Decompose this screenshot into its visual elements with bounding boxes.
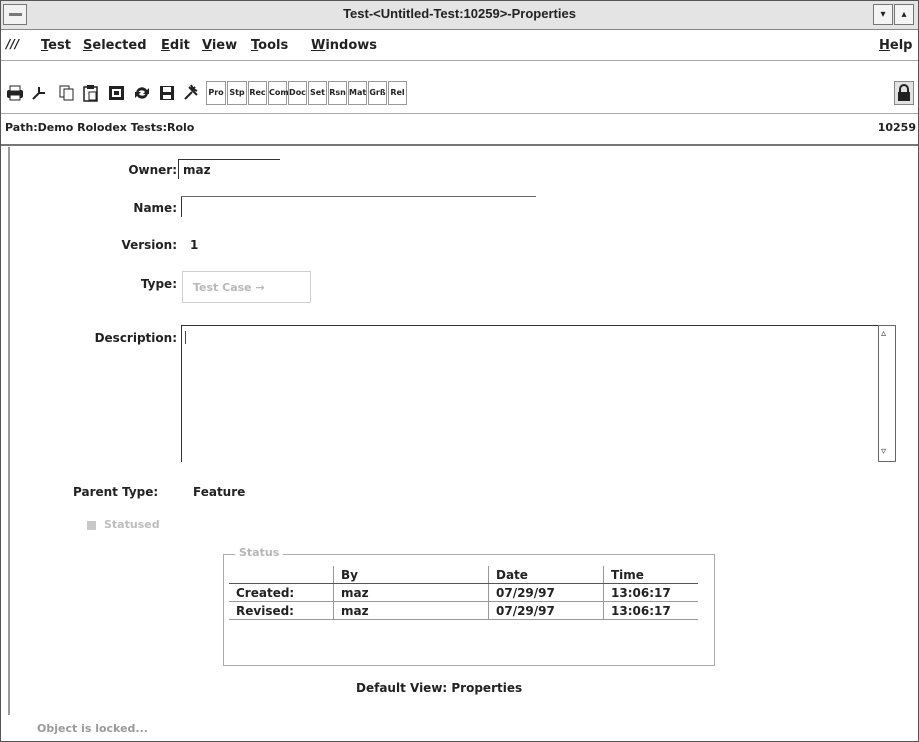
object-id: 10259 [877, 121, 916, 134]
pro-button[interactable]: Pro [206, 81, 226, 105]
title-bar: Test-<Untitled-Test:10259>-Properties ▾ … [1, 1, 918, 30]
rsn-button[interactable]: Rsn [328, 81, 347, 105]
path-bar: Path:Demo Rolodex Tests:Rolo 10259 [1, 114, 918, 146]
path-text: Path:Demo Rolodex Tests:Rolo [5, 121, 195, 134]
properties-window: Test-<Untitled-Test:10259>-Properties ▾ … [0, 0, 919, 742]
window-title: Test-<Untitled-Test:10259>-Properties [343, 6, 576, 21]
table-row: Revised: maz 07/29/97 13:06:17 [229, 601, 698, 620]
menu-tools[interactable]: Tools [251, 38, 288, 53]
copy-icon[interactable] [57, 81, 77, 105]
app-logo-icon: /// [6, 37, 20, 51]
set-button[interactable]: Set [308, 81, 327, 105]
text-caret [185, 331, 186, 344]
parent-type-label: Parent Type: [73, 485, 159, 499]
statused-label: Statused [104, 518, 160, 531]
table-cell: Revised: [229, 601, 334, 620]
statused-checkbox[interactable]: Statused [87, 518, 160, 531]
table-cell: 07/29/97 [488, 583, 604, 602]
mat-button[interactable]: Mat [348, 81, 367, 105]
table-header: By [333, 566, 489, 584]
menu-windows[interactable]: Windows [311, 38, 377, 53]
maximize-button[interactable]: ▴ [894, 4, 914, 25]
status-table: By Date Time Created: maz 07/29/97 13:06… [229, 566, 698, 620]
table-header-row: By Date Time [229, 566, 698, 584]
type-label: Type: [140, 277, 177, 291]
version-value: 1 [190, 238, 199, 252]
scroll-down-icon[interactable]: ▿ [881, 446, 886, 457]
table-row: Created: maz 07/29/97 13:06:17 [229, 583, 698, 602]
stp-button[interactable]: Stp [227, 81, 247, 105]
table-cell: maz [333, 583, 489, 602]
menu-help[interactable]: Help [879, 38, 912, 53]
checkbox-icon [87, 520, 96, 530]
lock-icon[interactable] [894, 81, 914, 105]
grs-button[interactable]: Grß [368, 81, 387, 105]
description-textarea[interactable] [181, 325, 881, 462]
table-cell: 13:06:17 [603, 583, 698, 602]
paste-icon[interactable] [81, 81, 101, 105]
owner-label: Owner: [128, 163, 177, 177]
rel-button[interactable]: Rel [388, 81, 407, 105]
type-selector[interactable]: Test Case → [182, 271, 311, 303]
tool-icon[interactable] [181, 81, 201, 105]
content-border [8, 147, 10, 715]
table-cell: 07/29/97 [488, 601, 604, 620]
menu-test[interactable]: Test [41, 38, 71, 53]
print-icon[interactable] [5, 81, 25, 105]
status-group-title: Status [235, 546, 284, 559]
com-button[interactable]: Com [268, 81, 289, 105]
menu-selected[interactable]: Selected [83, 38, 147, 53]
rec-button[interactable]: Rec [248, 81, 267, 105]
table-cell: maz [333, 601, 489, 620]
description-label: Description: [94, 331, 177, 345]
default-view-label: Default View: Properties [356, 681, 523, 695]
refresh-icon[interactable] [132, 81, 152, 105]
scroll-up-icon[interactable]: ▵ [881, 328, 886, 339]
name-label: Name: [133, 201, 177, 215]
description-scrollbar[interactable]: ▵ ▿ [878, 325, 896, 462]
menu-view[interactable]: View [202, 38, 237, 53]
status-line: Object is locked... [37, 722, 148, 735]
table-header: Time [603, 566, 698, 584]
table-header: Date [488, 566, 604, 584]
toolbar: Pro Stp Rec Com Doc Set Rsn Mat Grß Rel [1, 61, 918, 114]
clipboard-icon[interactable] [106, 81, 128, 105]
pointer-icon[interactable] [29, 81, 49, 105]
parent-type-value: Feature [193, 485, 246, 499]
table-header [229, 566, 334, 584]
owner-field[interactable]: maz [178, 159, 280, 179]
version-label: Version: [121, 238, 177, 252]
menu-edit[interactable]: Edit [161, 38, 190, 53]
doc-button[interactable]: Doc [288, 81, 307, 105]
table-cell: 13:06:17 [603, 601, 698, 620]
minimize-button[interactable]: ▾ [873, 4, 893, 25]
table-cell: Created: [229, 583, 334, 602]
save-icon[interactable] [157, 81, 177, 105]
name-field[interactable] [181, 197, 536, 217]
menu-bar: /// Test Selected Edit View Tools Window… [1, 30, 918, 61]
